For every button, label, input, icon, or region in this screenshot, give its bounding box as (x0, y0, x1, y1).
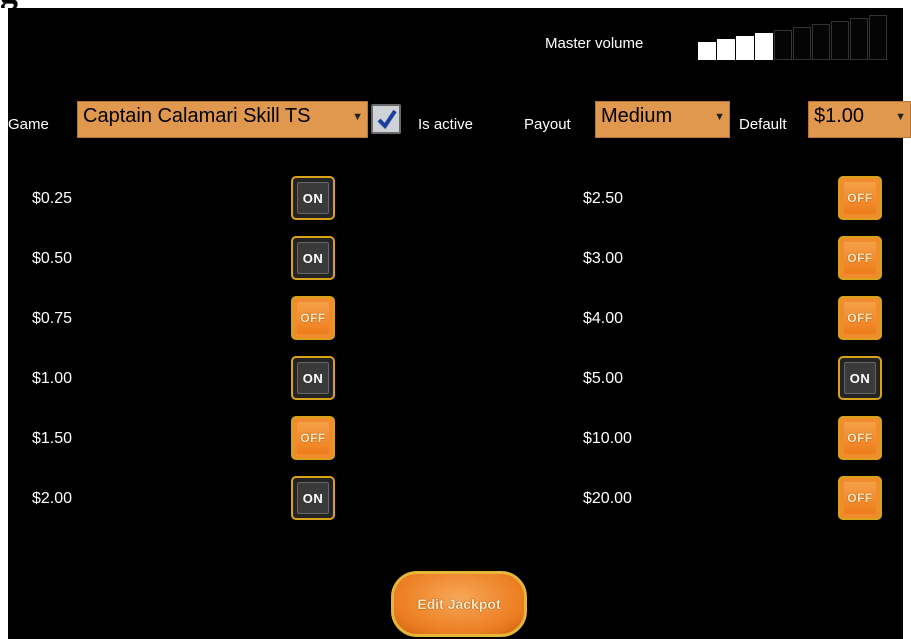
edit-jackpot-label: Edit Jackpot (417, 596, 501, 612)
chevron-down-icon: ▼ (352, 111, 363, 123)
volume-segment[interactable] (755, 33, 773, 60)
toggle-state-text: ON (302, 370, 324, 386)
denomination-label: $0.75 (32, 310, 73, 327)
default-dropdown-value: $1.00 (814, 105, 865, 127)
denomination-toggle[interactable]: OFF (838, 416, 882, 460)
volume-segment[interactable] (717, 39, 735, 60)
game-dropdown-value: Captain Calamari Skill TS (83, 105, 311, 127)
toggle-state-text: ON (849, 370, 871, 386)
denomination-label: $20.00 (583, 490, 632, 507)
denomination-label: $5.00 (583, 370, 624, 387)
volume-segment[interactable] (793, 27, 811, 60)
header-strip: g (0, 0, 911, 8)
denomination-toggle[interactable]: ON (291, 356, 335, 400)
toggle-state-text: OFF (300, 431, 326, 445)
denomination-toggle[interactable]: OFF (838, 176, 882, 220)
volume-segment[interactable] (698, 42, 716, 60)
is-active-checkbox[interactable] (371, 104, 401, 134)
toggle-state-text: OFF (847, 431, 873, 445)
toggle-state-text: OFF (300, 311, 326, 325)
payout-label: Payout (524, 116, 571, 133)
page-title-fragment: g (0, 0, 18, 8)
volume-segment[interactable] (869, 15, 887, 60)
denomination-label: $10.00 (583, 430, 632, 447)
toggle-state-text: OFF (847, 191, 873, 205)
edit-jackpot-button[interactable]: Edit Jackpot (391, 571, 527, 637)
denomination-toggle[interactable]: ON (291, 176, 335, 220)
denomination-label: $4.00 (583, 310, 624, 327)
denomination-label: $0.50 (32, 250, 73, 267)
checkmark-icon (377, 109, 397, 130)
denomination-label: $0.25 (32, 190, 73, 207)
settings-panel: Master volume Game Captain Calamari Skil… (8, 8, 911, 639)
denomination-toggle[interactable]: ON (291, 236, 335, 280)
toggle-state-text: OFF (847, 491, 873, 505)
denomination-toggle[interactable]: OFF (838, 296, 882, 340)
toggle-state-text: ON (302, 250, 324, 266)
toggle-state-text: OFF (847, 311, 873, 325)
default-label: Default (739, 116, 787, 133)
denomination-label: $3.00 (583, 250, 624, 267)
denomination-label: $1.50 (32, 430, 73, 447)
denomination-toggle[interactable]: ON (838, 356, 882, 400)
volume-segment[interactable] (850, 18, 868, 60)
volume-segment[interactable] (774, 30, 792, 60)
toggle-state-text: OFF (847, 251, 873, 265)
game-dropdown[interactable]: Captain Calamari Skill TS ▼ (77, 101, 368, 138)
payout-dropdown-value: Medium (601, 105, 673, 127)
denomination-label: $2.00 (32, 490, 73, 507)
denomination-label: $1.00 (32, 370, 73, 387)
master-volume-slider[interactable] (698, 12, 894, 60)
chevron-down-icon: ▼ (895, 111, 906, 123)
denomination-toggle[interactable]: OFF (838, 236, 882, 280)
denomination-toggle[interactable]: OFF (838, 476, 882, 520)
denomination-toggle[interactable]: OFF (291, 416, 335, 460)
denomination-label: $2.50 (583, 190, 624, 207)
master-volume-label: Master volume (545, 35, 644, 52)
denomination-toggle[interactable]: OFF (291, 296, 335, 340)
toggle-state-text: ON (302, 490, 324, 506)
volume-segment[interactable] (831, 21, 849, 60)
game-label: Game (8, 116, 49, 133)
volume-segment[interactable] (812, 24, 830, 60)
default-dropdown[interactable]: $1.00 ▼ (808, 101, 911, 138)
chevron-down-icon: ▼ (714, 111, 725, 123)
is-active-label: Is active (418, 116, 474, 133)
denomination-toggle[interactable]: ON (291, 476, 335, 520)
volume-segment[interactable] (736, 36, 754, 60)
payout-dropdown[interactable]: Medium ▼ (595, 101, 730, 138)
toggle-state-text: ON (302, 190, 324, 206)
